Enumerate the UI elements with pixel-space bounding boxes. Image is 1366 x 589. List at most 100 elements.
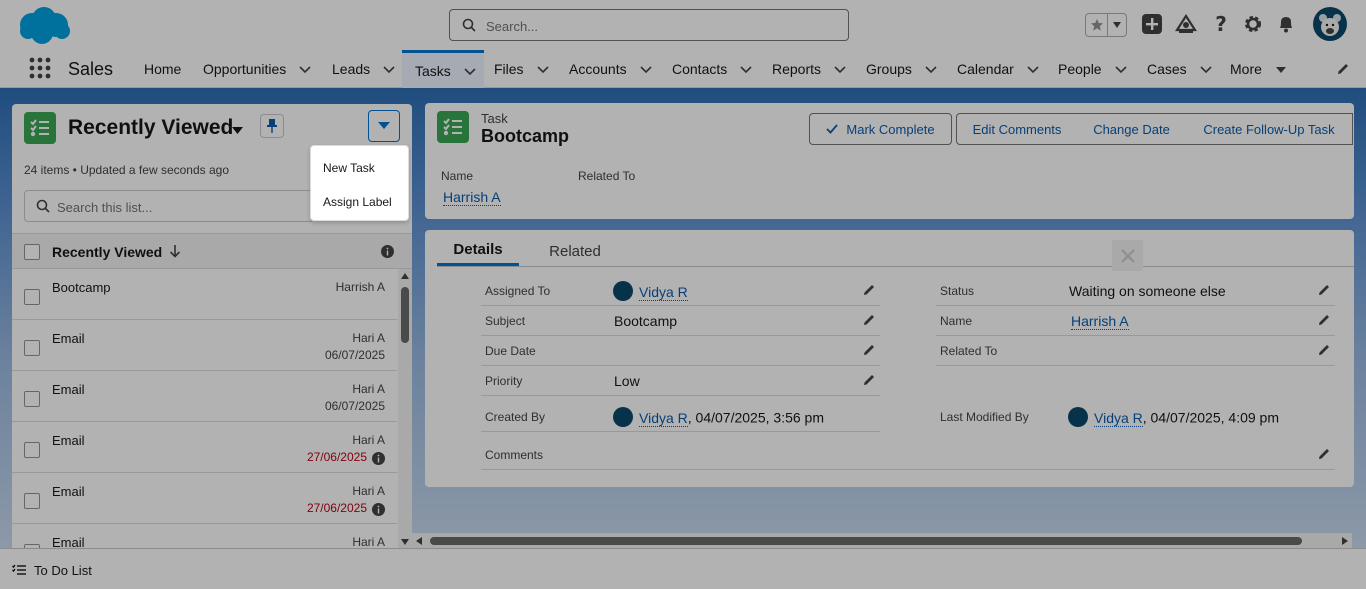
info-icon[interactable] (372, 503, 385, 519)
nav-tab-leads[interactable]: Leads (332, 50, 395, 88)
scroll-left-arrow-icon[interactable] (416, 537, 422, 545)
edit-pencil-icon[interactable] (862, 313, 876, 330)
pin-list-view-button[interactable] (260, 114, 284, 138)
list-item[interactable]: Email Hari A (12, 524, 397, 548)
info-icon[interactable] (381, 245, 394, 261)
last-modified-by-link[interactable]: Vidya R (1094, 409, 1143, 427)
list-view-actions-button[interactable] (368, 110, 400, 142)
nav-tab-reports[interactable]: Reports (772, 50, 846, 88)
mark-complete-button[interactable]: Mark Complete (809, 113, 952, 145)
list-search-box[interactable] (24, 190, 314, 222)
horizontal-scrollbar[interactable] (412, 533, 1352, 548)
edit-pencil-icon[interactable] (862, 373, 876, 390)
scroll-up-arrow-icon[interactable] (401, 273, 409, 279)
scroll-down-arrow-icon[interactable] (401, 539, 409, 545)
favorites-star-icon[interactable] (1086, 14, 1108, 36)
tab-details[interactable]: Details (437, 236, 519, 266)
list-search-input[interactable] (57, 197, 307, 217)
name-link[interactable]: Harrish A (1071, 313, 1129, 330)
setup-gear-icon[interactable] (1241, 12, 1265, 36)
edit-pencil-icon[interactable] (862, 343, 876, 360)
edit-pencil-icon[interactable] (862, 283, 876, 300)
todo-list-button[interactable]: To Do List (34, 563, 92, 578)
edit-pencil-icon[interactable] (1317, 447, 1331, 464)
list-item[interactable]: Bootcamp Harrish A (12, 269, 397, 320)
task-subject-link[interactable]: Email (52, 535, 85, 548)
help-icon[interactable]: ? (1209, 12, 1233, 36)
nav-tab-people[interactable]: People (1058, 50, 1127, 88)
nav-tab-home[interactable]: Home (144, 50, 181, 88)
list-item[interactable]: Email Hari A 27/06/2025 (12, 473, 397, 524)
user-avatar[interactable] (1313, 7, 1347, 41)
edit-pencil-icon[interactable] (1317, 283, 1331, 300)
edit-comments-button[interactable]: Edit Comments (956, 113, 1078, 145)
nav-tab-tasks[interactable]: Tasks (402, 50, 484, 88)
chevron-down-icon[interactable] (536, 61, 549, 77)
nav-tab-files[interactable]: Files (494, 50, 549, 88)
create-follow-up-task-button[interactable]: Create Follow-Up Task (1186, 113, 1353, 145)
chevron-down-icon[interactable] (383, 61, 395, 77)
chevron-down-icon[interactable] (834, 61, 846, 77)
chevron-down-icon[interactable] (1200, 61, 1212, 77)
nav-tab-contacts[interactable]: Contacts (672, 50, 752, 88)
app-launcher-icon[interactable] (29, 57, 51, 79)
task-subject-link[interactable]: Email (52, 331, 85, 346)
global-search-input[interactable] (486, 16, 836, 36)
nav-tab-opportunities[interactable]: Opportunities (203, 50, 311, 88)
scrollbar-thumb[interactable] (401, 287, 409, 343)
salesforce-cloud-icon[interactable] (14, 5, 74, 48)
info-icon[interactable] (372, 452, 385, 468)
tab-related[interactable]: Related (535, 236, 615, 266)
chevron-down-icon[interactable] (464, 63, 476, 79)
chevron-down-icon[interactable] (299, 61, 311, 77)
list-item[interactable]: Email Hari A 27/06/2025 (12, 422, 397, 473)
edit-nav-pencil-icon[interactable] (1336, 62, 1350, 79)
list-view-switcher-caret-icon[interactable] (232, 123, 243, 138)
list-view-title[interactable]: Recently Viewed (68, 116, 233, 140)
menu-item-assign-label[interactable]: Assign Label (323, 195, 392, 209)
task-subject-link[interactable]: Email (52, 433, 85, 448)
row-checkbox[interactable] (24, 289, 40, 305)
highlight-name-link[interactable]: Harrish A (443, 189, 501, 206)
global-search-box[interactable] (449, 9, 849, 41)
highlight-related-to-label: Related To (578, 169, 636, 183)
edit-pencil-icon[interactable] (1317, 343, 1331, 360)
column-header-label[interactable]: Recently Viewed (52, 244, 162, 260)
favorites-list-icon[interactable] (1108, 14, 1126, 36)
nav-tab-groups[interactable]: Groups (866, 50, 937, 88)
caret-down-icon[interactable] (1275, 61, 1287, 77)
row-checkbox[interactable] (24, 340, 40, 356)
task-subject-link[interactable]: Bootcamp (52, 280, 111, 295)
scroll-right-arrow-icon[interactable] (1342, 537, 1348, 545)
chevron-down-icon[interactable] (640, 61, 652, 77)
list-vertical-scrollbar[interactable] (398, 269, 412, 548)
sort-arrow-down-icon[interactable] (169, 244, 181, 261)
row-checkbox[interactable] (24, 493, 40, 509)
trailhead-icon[interactable] (1174, 12, 1198, 36)
chevron-down-icon[interactable] (740, 61, 752, 77)
nav-tab-calendar[interactable]: Calendar (957, 50, 1039, 88)
scrollbar-thumb[interactable] (430, 537, 1302, 545)
chevron-down-icon[interactable] (925, 61, 937, 77)
close-icon[interactable] (1112, 240, 1143, 271)
task-subject-link[interactable]: Email (52, 484, 85, 499)
nav-tab-more[interactable]: More (1230, 50, 1287, 88)
task-subject-link[interactable]: Email (52, 382, 85, 397)
row-checkbox[interactable] (24, 391, 40, 407)
select-all-checkbox[interactable] (24, 244, 40, 260)
favorites-control[interactable] (1085, 13, 1127, 37)
row-checkbox[interactable] (24, 442, 40, 458)
nav-tab-accounts[interactable]: Accounts (569, 50, 652, 88)
chevron-down-icon[interactable] (1115, 61, 1127, 77)
menu-item-new-task[interactable]: New Task (323, 161, 375, 175)
notifications-bell-icon[interactable] (1274, 12, 1298, 36)
created-by-link[interactable]: Vidya R (639, 409, 688, 427)
global-actions-plus-icon[interactable] (1140, 12, 1164, 36)
list-item[interactable]: Email Hari A 06/07/2025 (12, 320, 397, 371)
nav-tab-cases[interactable]: Cases (1147, 50, 1212, 88)
list-item[interactable]: Email Hari A 06/07/2025 (12, 371, 397, 422)
change-date-button[interactable]: Change Date (1077, 113, 1187, 145)
assigned-to-link[interactable]: Vidya R (639, 283, 688, 301)
chevron-down-icon[interactable] (1027, 61, 1039, 77)
edit-pencil-icon[interactable] (1317, 313, 1331, 330)
